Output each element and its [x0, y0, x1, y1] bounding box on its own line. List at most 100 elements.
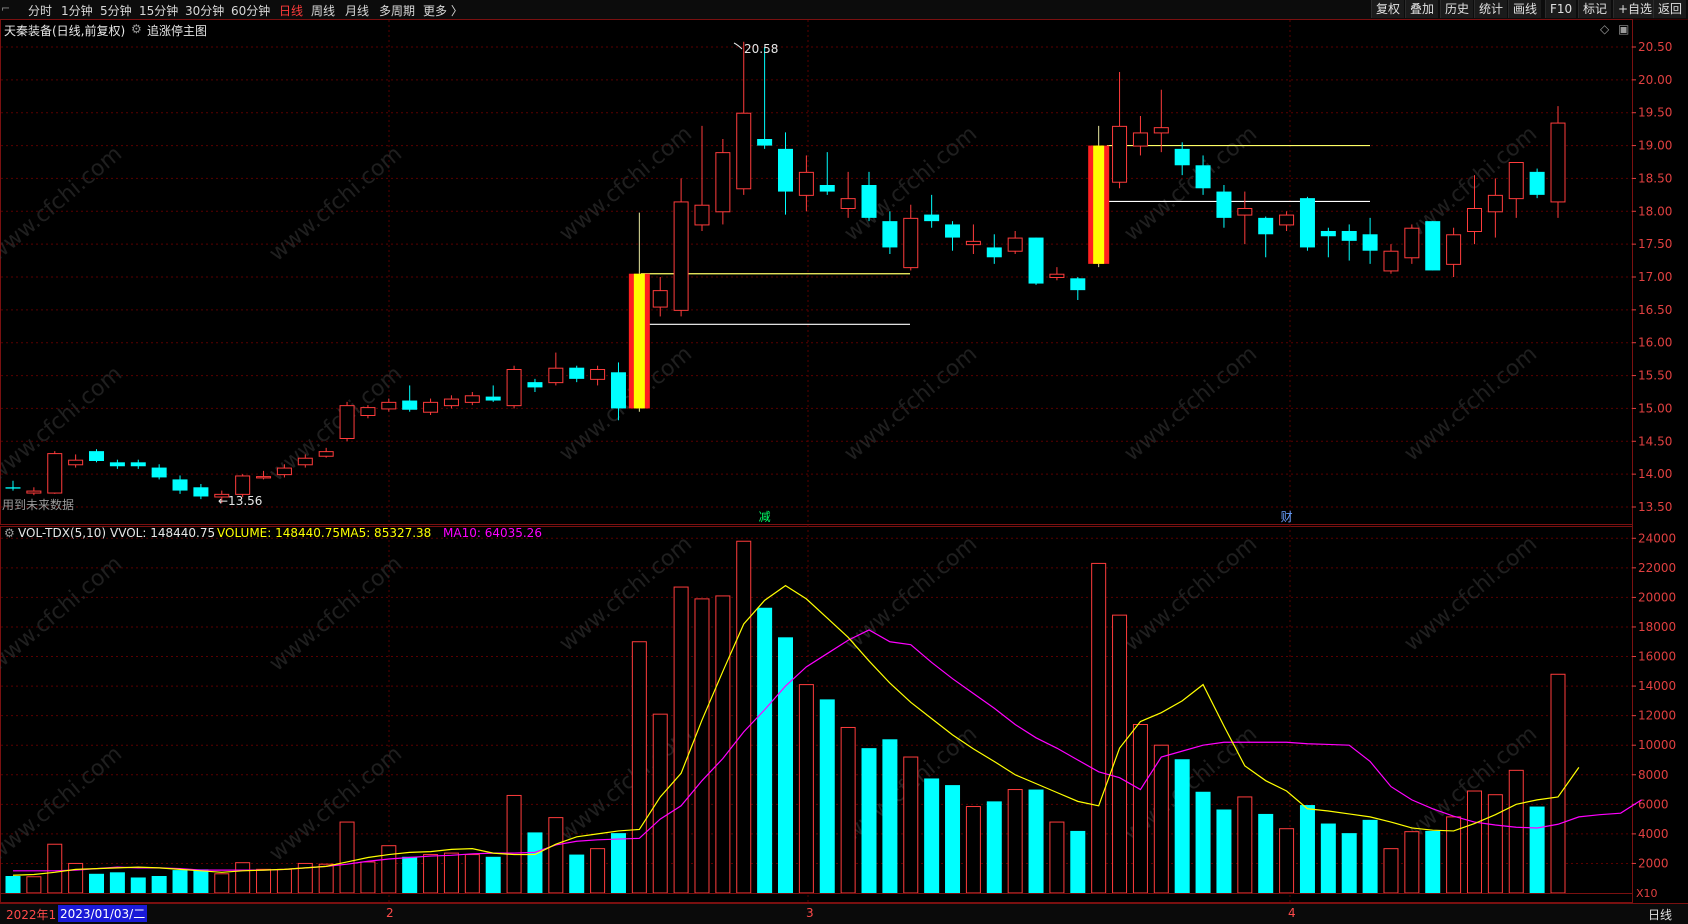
price-tick-label: 20.00	[1638, 73, 1672, 87]
watermark-text: www.cfchi.com	[265, 141, 407, 266]
volume-bar-up	[214, 873, 230, 894]
volume-bar-down	[1299, 805, 1315, 893]
volume-bar-up	[26, 876, 42, 894]
period-label[interactable]: 日线	[1648, 906, 1672, 923]
volume-bar-down	[610, 833, 626, 893]
period-tab-8[interactable]: 月线	[345, 2, 369, 19]
volume-bar-up	[548, 817, 564, 894]
volume-bar-up	[903, 756, 919, 894]
toolbar-button-3[interactable]: 统计	[1474, 0, 1508, 18]
candle-body-up	[1007, 237, 1023, 252]
price-tick-label: 19.50	[1638, 106, 1672, 120]
volume-bar-down	[986, 801, 1002, 893]
toolbar-button-0[interactable]: 复权	[1371, 0, 1405, 18]
volume-tick-label: 16000	[1638, 650, 1676, 664]
selected-date-label: 2023/01/03/二	[58, 905, 148, 922]
toolbar-button-1[interactable]: 叠加	[1405, 0, 1439, 18]
volume-bar-up	[673, 586, 689, 894]
candle-body-up	[506, 369, 522, 407]
volume-bar-up	[631, 641, 647, 894]
candle-body-up	[694, 204, 710, 226]
candle-body-down	[945, 224, 961, 238]
period-tab-1[interactable]: 1分钟	[61, 2, 93, 19]
candle-body-down	[1320, 231, 1336, 237]
toolbar-button-2[interactable]: 历史	[1440, 0, 1474, 18]
high-annotation: 20.58	[744, 42, 778, 56]
collapse-icon[interactable]: ⌐	[1, 2, 10, 15]
candle-body-up	[1279, 214, 1295, 226]
volume-bar-down	[109, 872, 125, 893]
kline-chart[interactable]: 20.50 20.00 19.50 19.00 18.50 18.00 17.50 17.00…	[0, 19, 1688, 903]
volume-bar-down	[1320, 823, 1336, 893]
volume-bar-up	[1091, 562, 1107, 894]
period-tab-9[interactable]: 多周期	[379, 2, 415, 19]
volume-bar-down	[1258, 813, 1274, 893]
candle-body-up	[965, 240, 981, 246]
volume-bar-up	[47, 843, 63, 894]
volume-bar-up	[694, 598, 710, 894]
volume-bar-up	[798, 684, 814, 894]
high-arrow	[733, 42, 743, 50]
date-axis-bar: 2022年1 2023/01/03/二 2 3 4 日线	[0, 903, 1688, 924]
price-tick-label: 15.00	[1638, 401, 1672, 415]
volume-tick-label: 8000	[1638, 768, 1669, 782]
candle-body-up	[1383, 250, 1399, 272]
toolbar-button-7[interactable]: +自选	[1613, 0, 1657, 18]
period-tab-10[interactable]: 更多 〉	[423, 2, 463, 19]
candle-body-up	[1153, 127, 1169, 134]
period-tab-0[interactable]: 分时	[28, 2, 52, 19]
candle-body-up	[276, 467, 292, 476]
volume-tick-label: 14000	[1638, 679, 1676, 693]
event-marker: 财	[1281, 510, 1293, 524]
candle-body-down	[778, 148, 793, 192]
candle-body-down	[130, 462, 146, 467]
watermark-text: www.cfchi.com	[265, 551, 407, 676]
candle-body-down	[861, 185, 877, 218]
volume-bar-up	[360, 861, 376, 894]
volume-bar-up	[965, 806, 981, 894]
volume-bar-up	[506, 794, 522, 894]
left-date-label: 2022年1	[6, 908, 57, 922]
volume-bar-up	[339, 821, 355, 894]
volume-bar-down	[569, 854, 585, 893]
price-tick-label: 16.50	[1638, 303, 1672, 317]
watermark-text: www.cfchi.com	[1120, 531, 1262, 656]
period-tab-5[interactable]: 60分钟	[231, 2, 270, 19]
candle-body-up	[1404, 227, 1420, 259]
candle-body-up	[256, 476, 272, 479]
candle-body-up	[26, 490, 42, 494]
period-tab-7[interactable]: 周线	[311, 2, 335, 19]
candle-body-up	[235, 475, 251, 495]
candle-body-up	[339, 405, 355, 439]
volume-bar-up	[1132, 724, 1148, 894]
volume-bar-down	[1216, 809, 1232, 893]
candle-body-up	[1487, 194, 1503, 213]
candle-body-down	[1195, 165, 1211, 189]
toolbar-button-6[interactable]: 标记	[1578, 0, 1612, 18]
period-tab-2[interactable]: 5分钟	[100, 2, 132, 19]
candle-body-up	[1132, 132, 1148, 147]
period-tab-3[interactable]: 15分钟	[139, 2, 178, 19]
candle-body-up	[715, 152, 731, 213]
volume-tick-label: 18000	[1638, 620, 1676, 634]
toolbar-button-8[interactable]: 返回	[1653, 0, 1687, 18]
price-tick-label: 18.00	[1638, 204, 1672, 218]
candle-body-down	[819, 185, 835, 192]
toolbar-button-4[interactable]: 画线	[1508, 0, 1542, 18]
candle-body-down	[1362, 234, 1378, 251]
candle-body-down	[1529, 171, 1545, 195]
volume-bar-up	[1237, 796, 1253, 894]
volume-bar-down	[924, 778, 940, 893]
volume-bar-down	[1362, 819, 1378, 893]
candle-body-up	[736, 112, 752, 190]
volume-bar-up	[235, 862, 251, 894]
candle-body-up	[318, 451, 334, 457]
period-tab-6[interactable]: 日线	[279, 2, 303, 19]
volume-bar-down	[861, 748, 877, 893]
toolbar-button-5[interactable]: F10	[1545, 0, 1577, 18]
period-tab-4[interactable]: 30分钟	[185, 2, 224, 19]
candle-body-up	[443, 398, 459, 407]
volume-tick-label: 12000	[1638, 709, 1676, 723]
volume-bar-down	[5, 876, 21, 893]
watermark-text: www.cfchi.com	[1400, 531, 1542, 656]
